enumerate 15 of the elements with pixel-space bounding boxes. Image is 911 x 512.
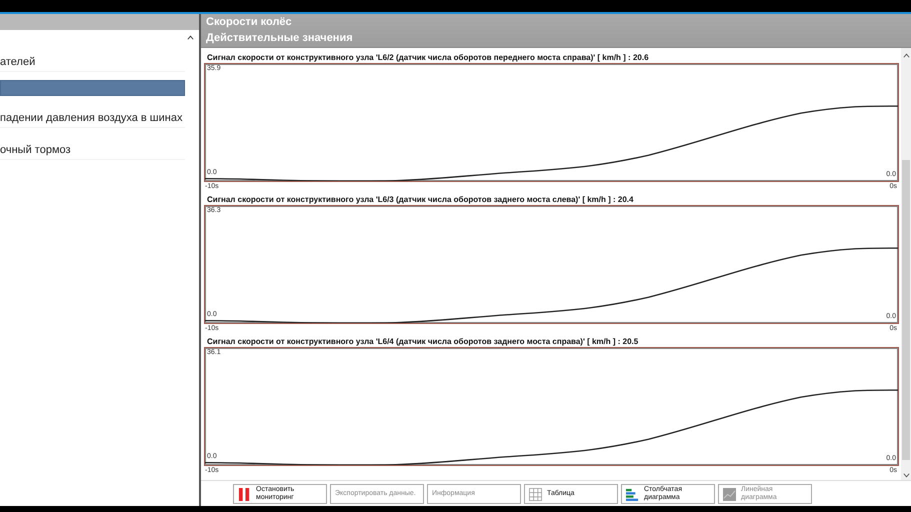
chart-title: Сигнал скорости от конструктивного узла 'L6/2 (датчик числа оборотов переднего моста справа)' [ km/h ] : 20.6: [206, 52, 650, 63]
panel-title: Скорости колёс: [206, 15, 293, 30]
collapse-chevron-icon[interactable]: [187, 35, 194, 40]
line-chart-icon: [723, 488, 736, 500]
chart-title: Сигнал скорости от конструктивного узла 'L6/4 (датчик числа оборотов заднего моста справа)' [ km/h ] : 20.5: [206, 336, 640, 347]
sidebar-item[interactable]: падении давления воздуха в шинах: [0, 110, 185, 128]
sidebar-item[interactable]: очный тормоз: [0, 142, 185, 160]
chart-title: Сигнал скорости от конструктивного узла 'L6/3 (датчик числа оборотов заднего моста слева)' [ km/h ] : 20.4: [206, 194, 634, 205]
sidebar-item[interactable]: ателей: [0, 54, 185, 72]
scrollbar[interactable]: [901, 48, 911, 480]
stop-icon: [238, 488, 251, 500]
panel-subtitle: Действительные значения: [206, 31, 354, 46]
table-icon: [529, 488, 542, 500]
bar-chart-icon: [626, 488, 639, 500]
scroll-thumb[interactable]: [902, 160, 910, 460]
